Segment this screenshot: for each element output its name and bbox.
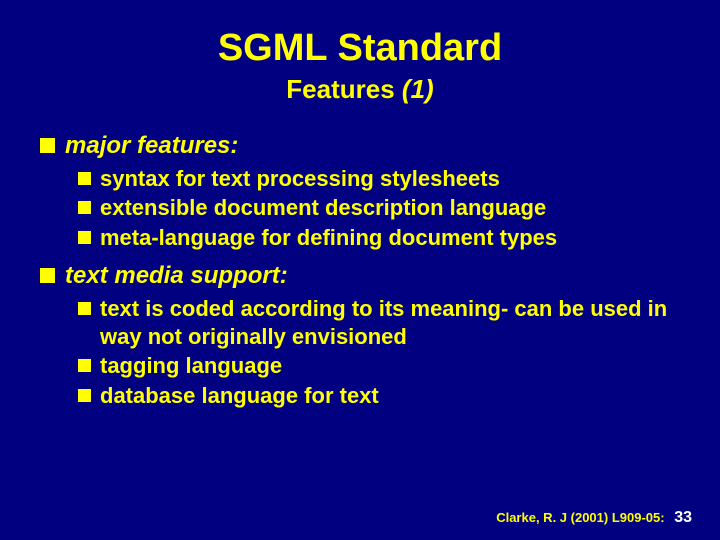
slide-content: major features: syntax for text processi… bbox=[40, 131, 680, 410]
list-item-text: meta-language for defining document type… bbox=[100, 224, 557, 252]
slide-title: SGML Standard bbox=[40, 28, 680, 70]
slide-footer: Clarke, R. J (2001) L909-05: 33 bbox=[496, 510, 692, 526]
slide: SGML Standard Features (1) major feature… bbox=[0, 0, 720, 540]
section-heading: text media support: bbox=[40, 261, 680, 291]
section-items: text is coded according to its meaning- … bbox=[78, 295, 680, 409]
list-item: extensible document description language bbox=[78, 194, 680, 222]
square-bullet-icon bbox=[78, 231, 91, 244]
square-bullet-icon bbox=[78, 201, 91, 214]
subtitle-paren: (1) bbox=[402, 74, 434, 104]
subtitle-prefix: Features bbox=[286, 74, 402, 104]
footer-page-number: 33 bbox=[674, 509, 692, 526]
list-item: database language for text bbox=[78, 382, 680, 410]
square-bullet-icon bbox=[78, 172, 91, 185]
square-bullet-icon bbox=[78, 389, 91, 402]
list-item: text is coded according to its meaning- … bbox=[78, 295, 680, 350]
square-bullet-icon bbox=[78, 302, 91, 315]
section-heading: major features: bbox=[40, 131, 680, 161]
list-item: meta-language for defining document type… bbox=[78, 224, 680, 252]
list-item-text: extensible document description language bbox=[100, 194, 546, 222]
slide-subtitle: Features (1) bbox=[40, 74, 680, 105]
list-item-text: database language for text bbox=[100, 382, 379, 410]
list-item-text: tagging language bbox=[100, 352, 282, 380]
list-item-text: syntax for text processing stylesheets bbox=[100, 165, 500, 193]
square-bullet-icon bbox=[40, 268, 55, 283]
footer-citation: Clarke, R. J (2001) L909-05: bbox=[496, 510, 664, 525]
section-heading-text: major features: bbox=[65, 131, 238, 161]
list-item-text: text is coded according to its meaning- … bbox=[100, 295, 680, 350]
list-item: tagging language bbox=[78, 352, 680, 380]
section-items: syntax for text processing stylesheets e… bbox=[78, 165, 680, 252]
square-bullet-icon bbox=[78, 359, 91, 372]
square-bullet-icon bbox=[40, 138, 55, 153]
list-item: syntax for text processing stylesheets bbox=[78, 165, 680, 193]
section-heading-text: text media support: bbox=[65, 261, 288, 291]
